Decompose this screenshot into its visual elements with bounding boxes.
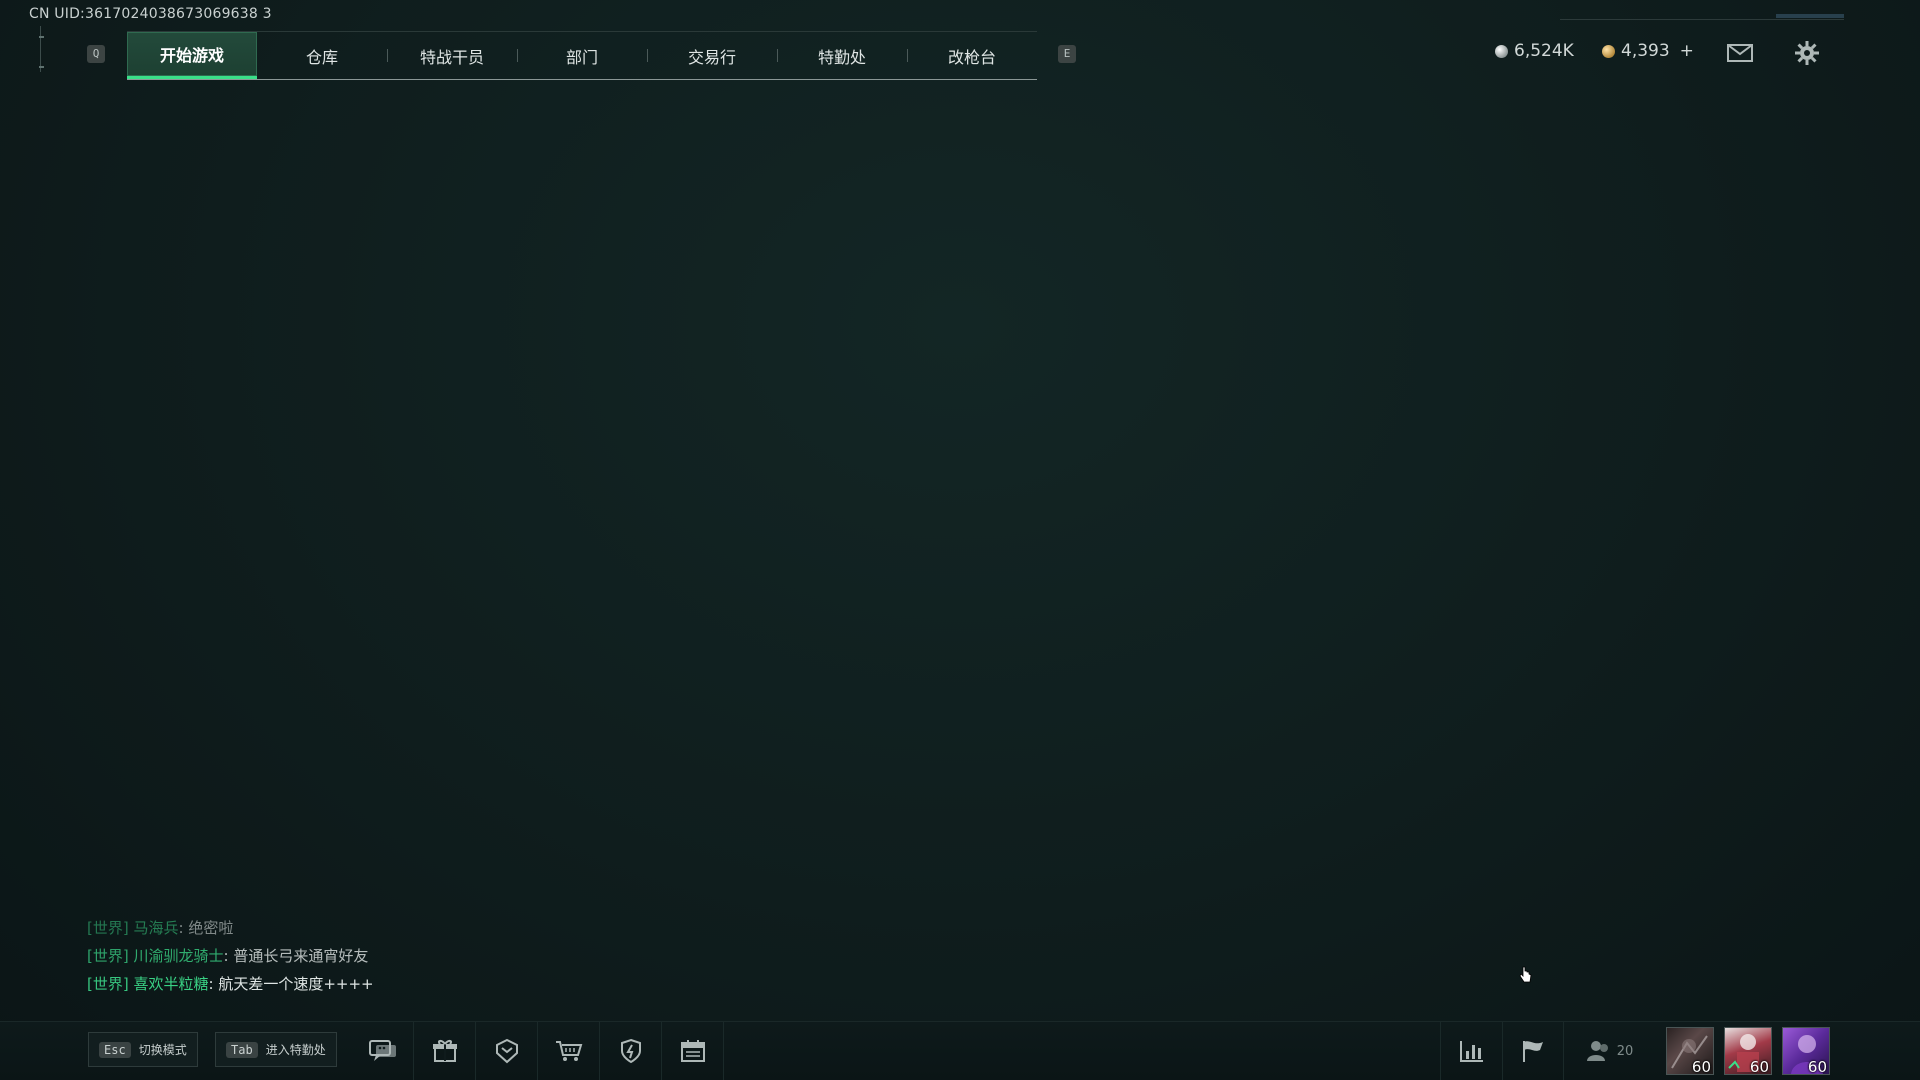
silver-amount: 6,524K bbox=[1514, 41, 1574, 61]
player-uid: CN UID:3617024038673069638 3 bbox=[29, 6, 272, 22]
main-nav: 开始游戏 仓库 特战干员 部门 交易行 特勤处 改枪台 bbox=[127, 31, 1037, 80]
tab-department[interactable]: 部门 bbox=[517, 32, 647, 79]
avatar-level: 60 bbox=[1807, 1058, 1827, 1075]
chat-line: [世界] 川渝驯龙骑士: 普通长弓来通宵好友 bbox=[87, 947, 369, 965]
tab-special-ops[interactable]: 特勤处 bbox=[777, 32, 907, 79]
squad-avatar[interactable]: 60 bbox=[1666, 1027, 1714, 1075]
cart-icon[interactable] bbox=[538, 1022, 600, 1080]
tab-trading[interactable]: 交易行 bbox=[647, 32, 777, 79]
gold-coin-icon bbox=[1602, 44, 1615, 58]
silver-coin-icon bbox=[1495, 44, 1508, 58]
shield-icon[interactable] bbox=[600, 1022, 662, 1080]
mouse-cursor-icon bbox=[1519, 966, 1532, 983]
avatar-level: 60 bbox=[1691, 1058, 1711, 1075]
flag-icon[interactable] bbox=[1502, 1022, 1564, 1080]
silver-currency: 6,524K bbox=[1495, 41, 1574, 61]
corner-decoration bbox=[39, 26, 53, 72]
top-accent bbox=[1776, 14, 1844, 18]
prev-tab-key-hint[interactable]: Q bbox=[87, 45, 105, 63]
enter-special-ops-button[interactable]: Tab 进入特勤处 bbox=[215, 1032, 337, 1067]
next-tab-key-hint[interactable]: E bbox=[1058, 45, 1076, 63]
gold-amount: 4,393 bbox=[1621, 41, 1670, 61]
tab-gunsmith[interactable]: 改枪台 bbox=[907, 32, 1037, 79]
world-chat[interactable]: [世界] 马海兵: 绝密啦 [世界] 川渝驯龙骑士: 普通长弓来通宵好友 [世界… bbox=[87, 914, 374, 998]
squad-avatar[interactable]: 60 bbox=[1724, 1027, 1772, 1075]
friends-icon bbox=[1586, 1041, 1608, 1061]
gift-box-icon[interactable] bbox=[414, 1022, 476, 1080]
badge-icon[interactable] bbox=[476, 1022, 538, 1080]
esc-key-icon: Esc bbox=[99, 1041, 131, 1058]
friends-button[interactable]: 20 bbox=[1564, 1022, 1654, 1080]
chat-line: [世界] 马海兵: 绝密啦 bbox=[87, 919, 234, 937]
tab-start-game[interactable]: 开始游戏 bbox=[127, 32, 257, 79]
calendar-icon[interactable] bbox=[662, 1022, 724, 1080]
avatar-level: 60 bbox=[1749, 1058, 1769, 1075]
chat-icon[interactable] bbox=[352, 1022, 414, 1080]
gold-add-button[interactable]: + bbox=[1680, 41, 1694, 61]
friend-count-value: 20 bbox=[1616, 1043, 1634, 1059]
gear-icon[interactable] bbox=[1793, 40, 1821, 66]
tab-key-icon: Tab bbox=[226, 1041, 258, 1058]
top-divider bbox=[1560, 19, 1844, 20]
chat-line: [世界] 喜欢半粒糖: 航天差一个速度++++ bbox=[87, 975, 374, 993]
switch-mode-button[interactable]: Esc 切换模式 bbox=[88, 1032, 198, 1067]
bottom-bar: Esc 切换模式 Tab 进入特勤处 20 bbox=[0, 1021, 1920, 1080]
tab-warehouse[interactable]: 仓库 bbox=[257, 32, 387, 79]
stats-icon[interactable] bbox=[1440, 1022, 1503, 1080]
mail-icon[interactable] bbox=[1726, 40, 1754, 66]
gold-currency[interactable]: 4,393 + bbox=[1602, 41, 1694, 61]
game-lobby-screen: CN UID:3617024038673069638 3 Q 开始游戏 仓库 特… bbox=[0, 0, 1920, 1080]
squad-avatar[interactable]: 60 bbox=[1782, 1027, 1830, 1075]
tab-operators[interactable]: 特战干员 bbox=[387, 32, 517, 79]
